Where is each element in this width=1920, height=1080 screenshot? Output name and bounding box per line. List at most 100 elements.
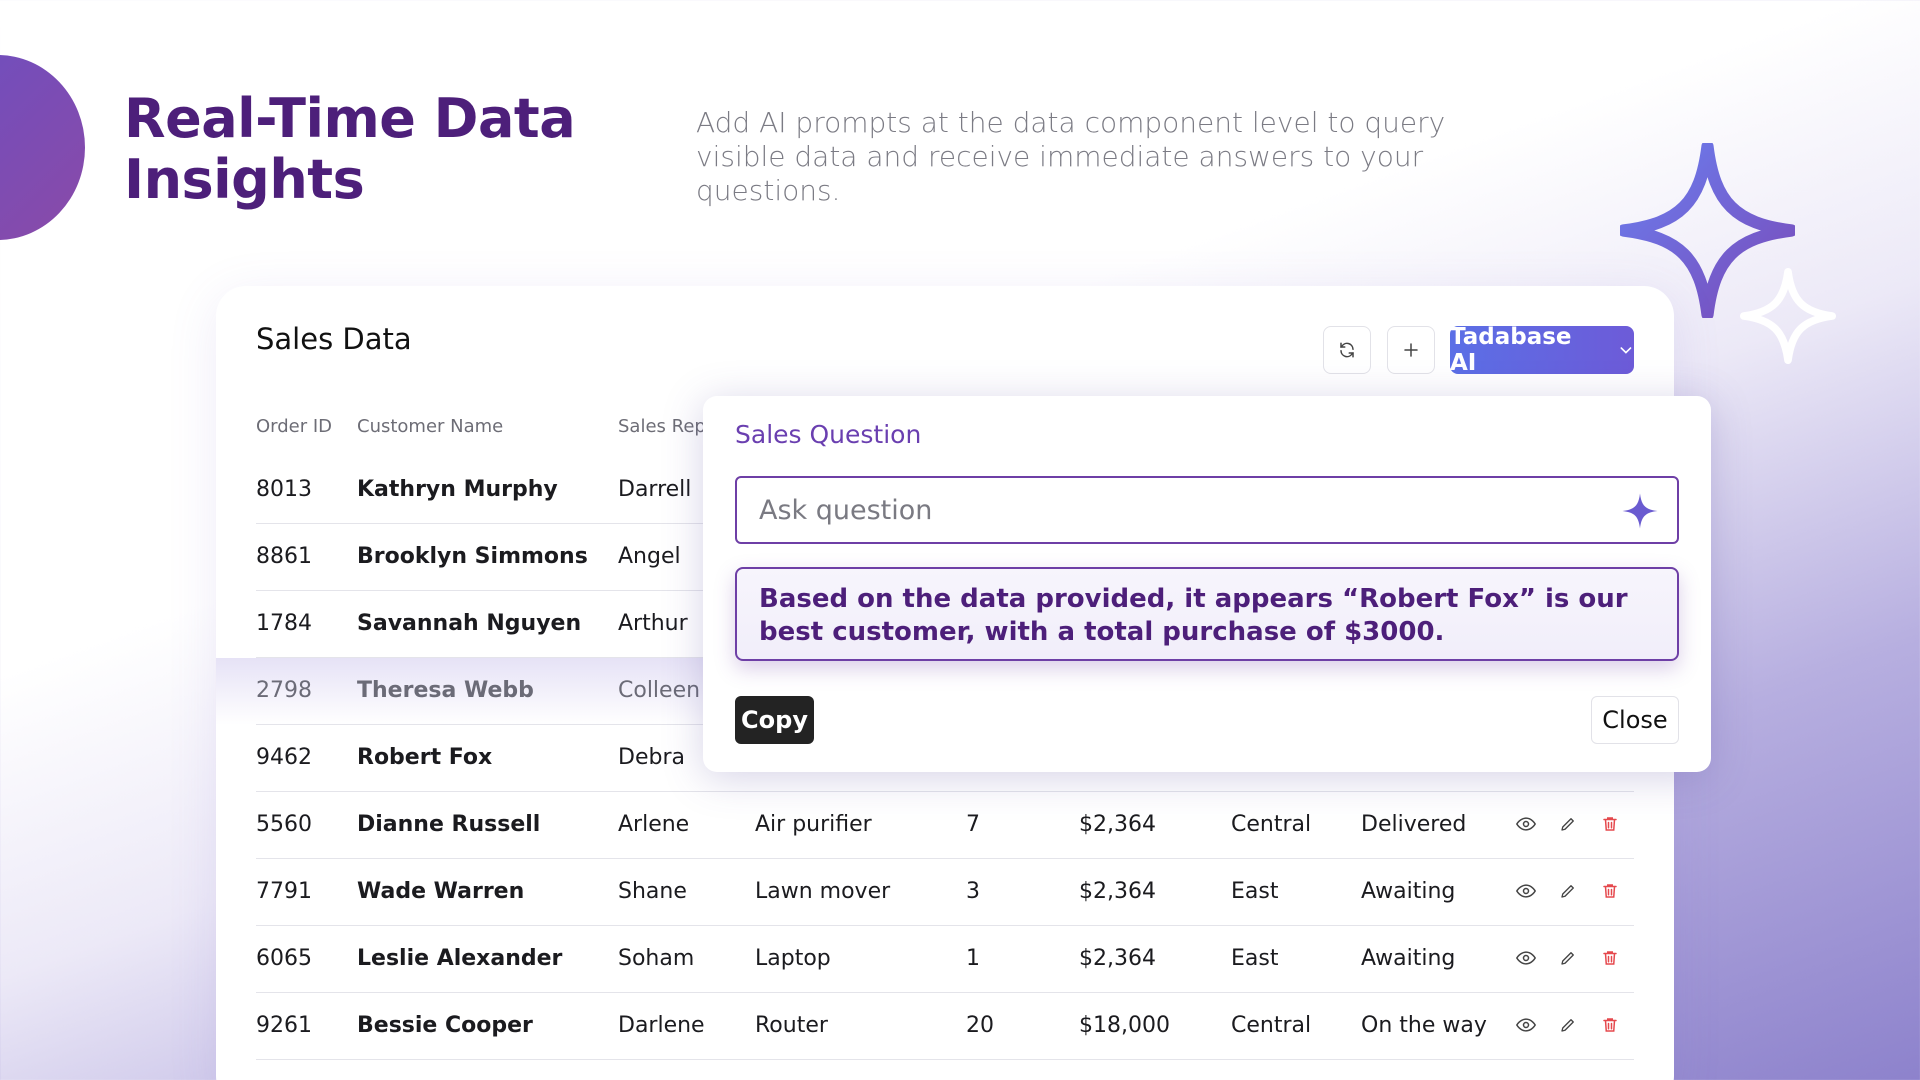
sales-rep-cell: Angel bbox=[618, 544, 681, 569]
refresh-icon bbox=[1340, 342, 1354, 358]
order-id-cell: 2798 bbox=[256, 678, 312, 703]
row-actions bbox=[1516, 881, 1620, 901]
refresh-button[interactable] bbox=[1323, 326, 1371, 374]
delete-button[interactable] bbox=[1600, 881, 1620, 901]
close-button[interactable]: Close bbox=[1591, 696, 1679, 744]
card-title: Sales Data bbox=[256, 322, 412, 356]
row-actions bbox=[1516, 948, 1620, 968]
quantity-cell: 20 bbox=[966, 1013, 994, 1038]
order-id-cell: 5560 bbox=[256, 812, 312, 837]
row-actions bbox=[1516, 814, 1620, 834]
sales-rep-cell: Shane bbox=[618, 879, 687, 904]
sales-question-popup: Sales Question Ask question Based on the… bbox=[703, 396, 1711, 772]
plus-icon bbox=[1404, 343, 1418, 357]
customer-name-cell: Kathryn Murphy bbox=[357, 477, 558, 502]
row-divider bbox=[256, 1059, 1634, 1060]
chevron-down-icon bbox=[1620, 347, 1632, 354]
customer-name-cell: Bessie Cooper bbox=[357, 1013, 533, 1038]
price-cell: $18,000 bbox=[1079, 1013, 1170, 1038]
pencil-icon bbox=[1561, 1019, 1574, 1032]
order-id-cell: 1784 bbox=[256, 611, 312, 636]
order-id-cell: 9462 bbox=[256, 745, 312, 770]
view-button[interactable] bbox=[1516, 1015, 1536, 1035]
delete-button[interactable] bbox=[1600, 948, 1620, 968]
edit-button[interactable] bbox=[1558, 814, 1578, 834]
customer-name-cell: Brooklyn Simmons bbox=[357, 544, 588, 569]
region-cell: East bbox=[1231, 946, 1279, 971]
table-row[interactable]: 5560 Dianne Russell Arlene Air purifier 7 $2,… bbox=[216, 792, 1674, 859]
product-cell: Lawn mover bbox=[755, 879, 891, 904]
sales-rep-cell: Soham bbox=[618, 946, 695, 971]
customer-name-cell: Wade Warren bbox=[357, 879, 525, 904]
status-cell: Awaiting bbox=[1361, 946, 1456, 971]
pencil-icon bbox=[1561, 818, 1574, 831]
add-button[interactable] bbox=[1387, 326, 1435, 374]
delete-button[interactable] bbox=[1600, 1015, 1620, 1035]
customer-name-cell: Theresa Webb bbox=[357, 678, 534, 703]
price-cell: $2,364 bbox=[1079, 879, 1156, 904]
product-cell: Air purifier bbox=[755, 812, 872, 837]
hero-title: Real-Time Data Insights bbox=[124, 87, 576, 211]
customer-name-cell: Robert Fox bbox=[357, 745, 493, 770]
edit-button[interactable] bbox=[1558, 1015, 1578, 1035]
pencil-icon bbox=[1561, 952, 1574, 965]
region-cell: East bbox=[1231, 879, 1279, 904]
sales-rep-cell: Colleen bbox=[618, 678, 701, 703]
ai-answer: Based on the data provided, it appears “… bbox=[735, 567, 1679, 661]
table-row[interactable]: 9261 Bessie Cooper Darlene Router 20 $18,000 C… bbox=[216, 993, 1674, 1060]
popup-title: Sales Question bbox=[735, 420, 922, 449]
hero-title-line2: Insights bbox=[124, 148, 365, 211]
order-id-cell: 7791 bbox=[256, 879, 312, 904]
eye-icon bbox=[1516, 951, 1536, 965]
hero-title-line1: Real-Time Data bbox=[124, 87, 576, 150]
quantity-cell: 7 bbox=[966, 812, 980, 837]
copy-button[interactable]: Copy bbox=[735, 696, 814, 744]
table-row[interactable]: 6065 Leslie Alexander Soham Laptop 1 $2,364 Ea… bbox=[216, 926, 1674, 993]
price-cell: $2,364 bbox=[1079, 812, 1156, 837]
trash-icon bbox=[1603, 817, 1617, 831]
trash-icon bbox=[1603, 1018, 1617, 1032]
sales-rep-cell: Darlene bbox=[618, 1013, 705, 1038]
trash-icon bbox=[1603, 951, 1617, 965]
column-header-customer-name[interactable]: Customer Name bbox=[357, 416, 503, 437]
customer-name-cell: Dianne Russell bbox=[357, 812, 541, 837]
status-cell: On the way bbox=[1361, 1013, 1487, 1038]
order-id-cell: 8861 bbox=[256, 544, 312, 569]
status-cell: Delivered bbox=[1361, 812, 1467, 837]
tadabase-ai-button[interactable]: Tadabase AI bbox=[1450, 324, 1634, 376]
edit-button[interactable] bbox=[1558, 948, 1578, 968]
ai-sparkle-icon[interactable] bbox=[1621, 492, 1659, 530]
customer-name-cell: Savannah Nguyen bbox=[357, 611, 582, 636]
status-cell: Awaiting bbox=[1361, 879, 1456, 904]
sparkle-small-icon bbox=[1740, 268, 1836, 364]
column-header-sales-rep[interactable]: Sales Rep bbox=[618, 416, 706, 437]
sales-rep-cell: Arlene bbox=[618, 812, 690, 837]
pencil-icon bbox=[1561, 885, 1574, 898]
order-id-cell: 6065 bbox=[256, 946, 312, 971]
order-id-cell: 8013 bbox=[256, 477, 312, 502]
region-cell: Central bbox=[1231, 1013, 1312, 1038]
edit-button[interactable] bbox=[1558, 881, 1578, 901]
view-button[interactable] bbox=[1516, 814, 1536, 834]
ask-question-input[interactable]: Ask question bbox=[735, 476, 1679, 544]
product-cell: Laptop bbox=[755, 946, 831, 971]
ask-question-placeholder: Ask question bbox=[759, 494, 933, 526]
sales-rep-cell: Darrell bbox=[618, 477, 692, 502]
decorative-half-circle bbox=[0, 55, 85, 240]
region-cell: Central bbox=[1231, 812, 1312, 837]
hero-description: Add AI prompts at the data component lev… bbox=[696, 106, 1446, 207]
sales-rep-cell: Arthur bbox=[618, 611, 688, 636]
quantity-cell: 1 bbox=[966, 946, 980, 971]
delete-button[interactable] bbox=[1600, 814, 1620, 834]
table-row[interactable]: 7791 Wade Warren Shane Lawn mover 3 $2,364 Eas… bbox=[216, 859, 1674, 926]
view-button[interactable] bbox=[1516, 948, 1536, 968]
trash-icon bbox=[1603, 884, 1617, 898]
product-cell: Router bbox=[755, 1013, 828, 1038]
eye-icon bbox=[1516, 1018, 1536, 1032]
order-id-cell: 9261 bbox=[256, 1013, 312, 1038]
view-button[interactable] bbox=[1516, 881, 1536, 901]
eye-icon bbox=[1516, 817, 1536, 831]
column-header-order-id[interactable]: Order ID bbox=[256, 416, 332, 437]
sales-rep-cell: Debra bbox=[618, 745, 685, 770]
customer-name-cell: Leslie Alexander bbox=[357, 946, 563, 971]
